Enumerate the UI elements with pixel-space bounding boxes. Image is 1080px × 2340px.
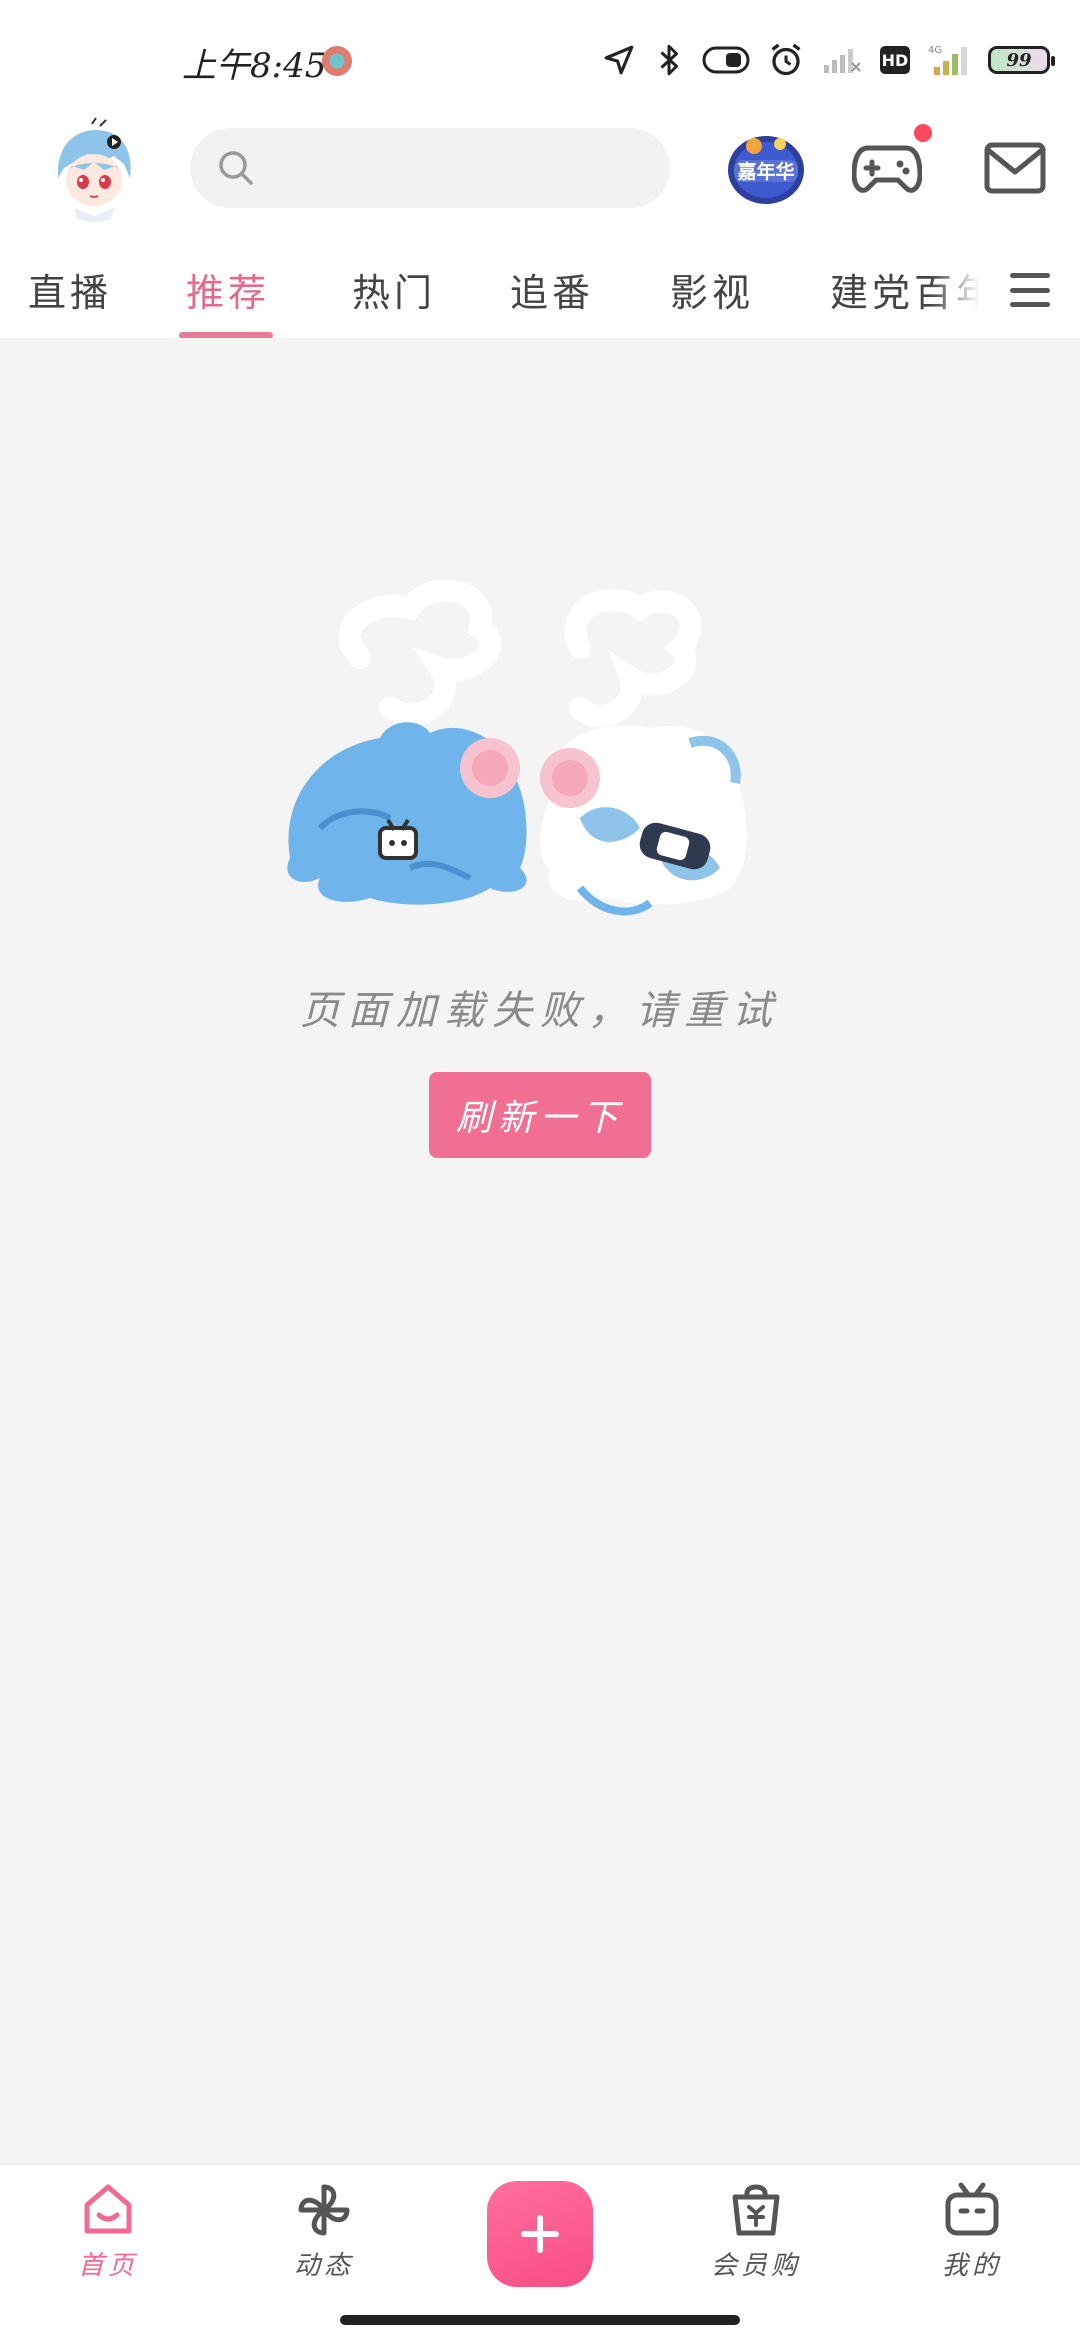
tab-anime[interactable]: 追番	[510, 262, 594, 318]
bluetooth-icon	[660, 44, 678, 76]
mail-icon[interactable]	[984, 142, 1046, 194]
notification-dot	[914, 124, 932, 142]
bottom-navigation: 首页 动态 会员购 我的	[0, 2164, 1080, 2340]
error-message: 页面加载失败，请重试	[300, 988, 780, 1034]
tab-popular[interactable]: 热门	[352, 262, 436, 318]
app-notification-icon	[322, 46, 352, 76]
signal-icon	[824, 49, 861, 73]
avatar-illustration	[44, 117, 144, 222]
nav-vip-shop-label: 会员购	[710, 2251, 801, 2281]
publish-button[interactable]	[487, 2181, 593, 2287]
carnival-badge-icon[interactable]: 嘉年华	[726, 130, 806, 206]
home-indicator	[340, 2315, 740, 2325]
content-area: 页面加载失败，请重试 刷新一下	[0, 338, 1080, 2164]
tab-recommend[interactable]: 推荐	[186, 262, 270, 318]
cellular-4g-icon: 4G	[928, 45, 967, 75]
refresh-button[interactable]: 刷新一下	[429, 1072, 651, 1158]
nav-dynamic[interactable]: 动态	[224, 2165, 424, 2315]
location-icon	[604, 45, 634, 75]
gamepad-icon[interactable]	[852, 138, 922, 198]
category-tabs: 直播 推荐 热门 追番 影视 建党百年	[0, 242, 1080, 338]
search-icon	[219, 151, 253, 185]
pinwheel-icon	[298, 2184, 350, 2236]
network-label: 4G	[928, 45, 942, 56]
nav-dynamic-label: 动态	[293, 2251, 354, 2281]
alarm-icon	[771, 43, 801, 76]
carnival-badge-graphic: 嘉年华	[728, 136, 804, 204]
status-icons: HD 4G 99	[602, 40, 1055, 80]
app-header: 嘉年华 直播 推荐 热门 追番 影视 建党百年	[0, 110, 1080, 339]
home-icon	[84, 2184, 132, 2234]
status-bar: 上午8:45 HD 4G 99	[0, 0, 1080, 110]
nav-home-label: 首页	[77, 2251, 138, 2281]
plus-icon	[521, 2215, 559, 2253]
tab-menu-button[interactable]	[980, 242, 1080, 338]
carnival-badge-text: 嘉年华	[736, 160, 794, 183]
menu-icon	[1010, 273, 1050, 307]
toggle-icon	[702, 46, 750, 74]
nav-home[interactable]: 首页	[8, 2165, 208, 2315]
hd-badge: HD	[880, 46, 910, 74]
tv-icon	[945, 2182, 999, 2236]
user-avatar[interactable]	[44, 116, 144, 222]
nav-vip-shop[interactable]: 会员购	[656, 2165, 856, 2315]
search-bar[interactable]	[190, 128, 670, 208]
tab-live[interactable]: 直播	[28, 262, 112, 318]
error-illustration	[287, 579, 747, 916]
battery-indicator: 99	[988, 46, 1055, 74]
status-time: 上午8:45	[182, 46, 327, 86]
nav-mine[interactable]: 我的	[872, 2165, 1072, 2315]
search-input[interactable]	[270, 128, 650, 208]
nav-mine-label: 我的	[941, 2251, 1002, 2281]
tab-fade	[930, 242, 980, 338]
tab-movies[interactable]: 影视	[670, 262, 754, 318]
shopping-bag-icon	[732, 2184, 780, 2236]
